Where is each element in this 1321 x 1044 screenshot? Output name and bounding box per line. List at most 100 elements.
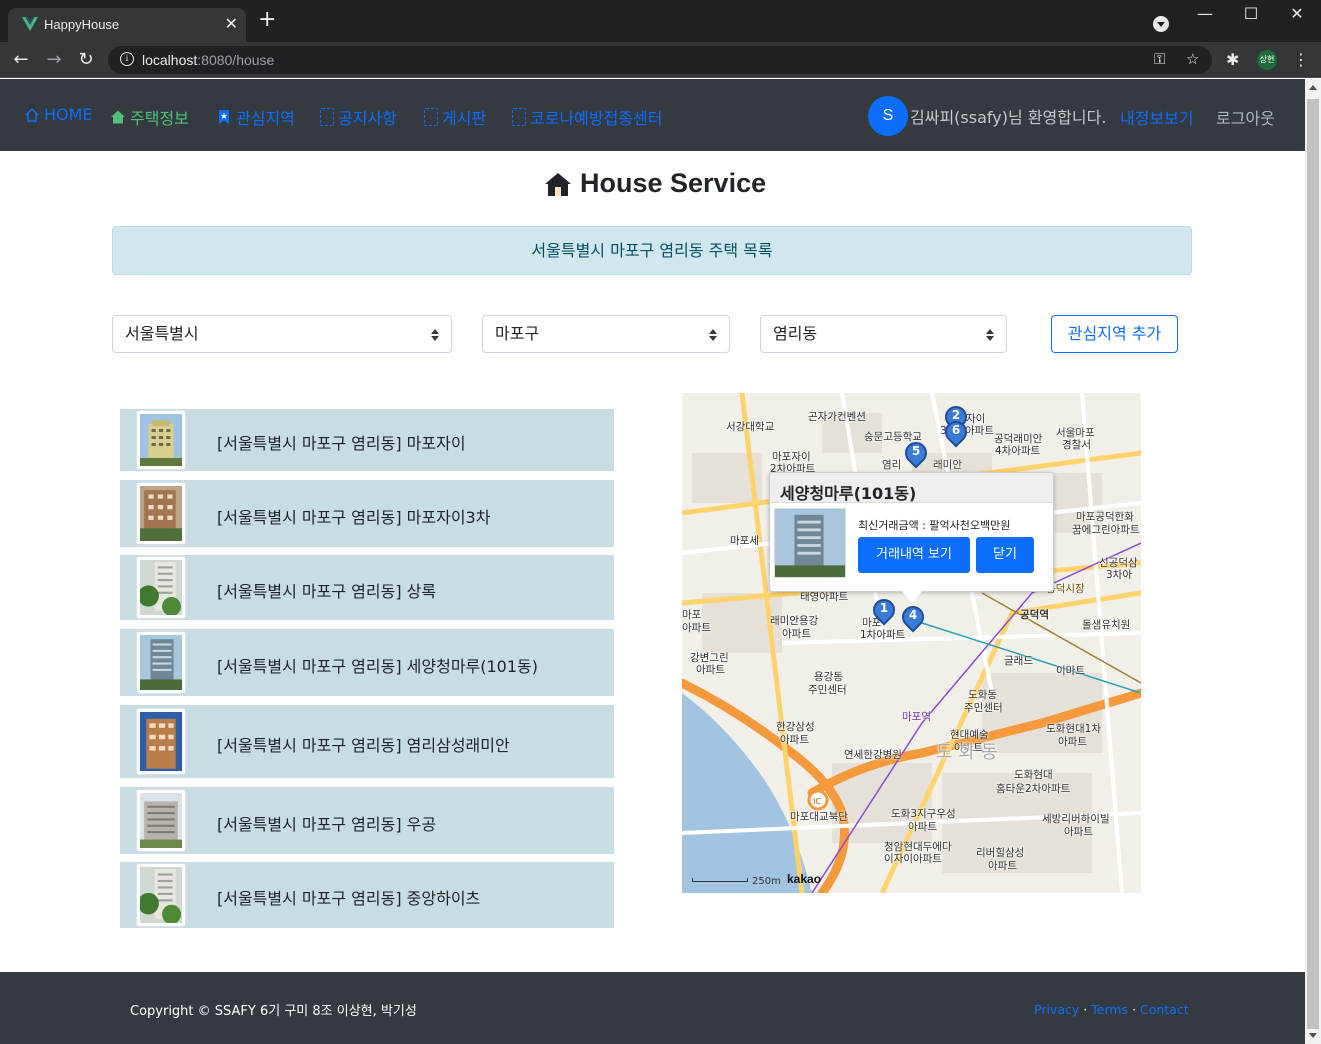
- map-label: 아파트: [908, 821, 937, 833]
- nav-board[interactable]: 게시판: [424, 105, 486, 129]
- map-label: 마포대교북단: [790, 811, 848, 823]
- close-tab-icon[interactable]: ✕: [225, 14, 238, 33]
- nav-house-info-label: 주택정보: [130, 109, 189, 128]
- mypage-link[interactable]: 내정보보기: [1120, 105, 1194, 129]
- area-alert: 서울특별시 마포구 염리동 주택 목록: [112, 226, 1192, 275]
- house-list-item[interactable]: [서울특별시 마포구 염리동] 상록: [120, 555, 614, 620]
- map-label: 태영아파트: [800, 591, 849, 603]
- map-label: 용강동: [814, 671, 843, 683]
- tab-search-icon[interactable]: [1153, 16, 1169, 32]
- nav-notice[interactable]: 공지사항: [320, 105, 397, 129]
- scroll-up-icon[interactable]: [1309, 85, 1317, 90]
- kakao-logo: kakao: [787, 872, 822, 886]
- house-name: [서울특별시 마포구 염리동] 상록: [217, 582, 437, 601]
- menu-icon[interactable]: ⋮: [1293, 50, 1309, 69]
- map-label: 도화동: [968, 689, 997, 701]
- map-marker[interactable]: 4: [897, 601, 929, 636]
- map-label: 도화현대1차: [1046, 723, 1101, 735]
- home-icon: [25, 107, 39, 122]
- map-label: 서강대학교: [726, 421, 775, 433]
- site-info-icon[interactable]: i: [120, 52, 134, 66]
- map-label: 현대예술: [950, 729, 989, 741]
- house-list-item[interactable]: [서울특별시 마포구 염리동] 중앙하이츠: [120, 862, 614, 928]
- extensions-icon[interactable]: ✱: [1226, 50, 1239, 69]
- sido-select-value: 서울특별시: [125, 324, 199, 343]
- map-label: 래미안: [933, 459, 962, 471]
- house-fill-icon: [111, 110, 125, 124]
- star-icon[interactable]: ☆: [1186, 50, 1199, 68]
- scale-label: 250m: [752, 876, 781, 887]
- nav-house-info[interactable]: 주택정보: [110, 105, 189, 129]
- house-list-item[interactable]: [서울특별시 마포구 염리동] 마포자이: [120, 409, 614, 471]
- page-scrollbar[interactable]: [1305, 79, 1321, 1044]
- map-label: 이마트: [1056, 665, 1085, 677]
- footer-separator: ·: [1132, 1002, 1137, 1017]
- gugun-select[interactable]: 마포구: [482, 315, 730, 353]
- map-label: 리버힐삼성: [976, 847, 1025, 859]
- map-marker[interactable]: 6: [940, 416, 972, 451]
- profile-avatar[interactable]: 상현: [1257, 50, 1277, 70]
- dong-select-value: 염리동: [773, 324, 818, 343]
- scroll-down-icon[interactable]: [1309, 1033, 1317, 1038]
- map-marker[interactable]: 1: [868, 594, 900, 629]
- reload-icon[interactable]: ↻: [76, 50, 96, 70]
- house-thumbnail: [136, 410, 186, 470]
- map-label: 마포: [682, 609, 702, 621]
- forward-icon[interactable]: →: [44, 50, 64, 70]
- nav-covid-center[interactable]: 코로나예방접종센터: [512, 105, 662, 129]
- key-icon[interactable]: ⚿: [1154, 50, 1165, 68]
- document-icon: [424, 108, 438, 126]
- copyright-text: Copyright © SSAFY 6기 구미 8조 이상현, 박기성: [130, 1004, 417, 1019]
- back-icon[interactable]: ←: [11, 50, 31, 70]
- new-tab-icon[interactable]: +: [258, 9, 276, 31]
- map-label: 연세한강병원: [844, 749, 902, 761]
- map-label: 글래드: [1004, 655, 1033, 667]
- minimize-icon[interactable]: —: [1182, 4, 1228, 23]
- nav-home[interactable]: HOME: [24, 105, 93, 124]
- close-infowindow-button[interactable]: 닫기: [976, 537, 1034, 573]
- close-window-icon[interactable]: ✕: [1274, 4, 1320, 23]
- map-label: 도화동: [936, 742, 1004, 763]
- house-list-item[interactable]: [서울특별시 마포구 염리동] 세양청마루(101동): [120, 629, 614, 696]
- house-thumbnail: [136, 556, 186, 619]
- nav-home-label: HOME: [44, 105, 93, 124]
- browser-tab[interactable]: HappyHouse ✕: [8, 8, 246, 42]
- map-label: 강변그린: [690, 652, 729, 664]
- privacy-link[interactable]: Privacy: [1034, 1002, 1079, 1017]
- map-label: 공덕래미안: [994, 433, 1043, 445]
- map-label: 도화현대: [1014, 769, 1053, 781]
- map-label: 아파트: [1058, 736, 1087, 748]
- maximize-icon[interactable]: ☐: [1228, 4, 1274, 23]
- add-interest-button[interactable]: 관심지역 추가: [1051, 315, 1178, 353]
- sido-select[interactable]: 서울특별시: [112, 315, 452, 353]
- user-avatar: S: [868, 96, 908, 136]
- house-thumbnail: [136, 789, 186, 852]
- scale-bar: [692, 878, 748, 882]
- nav-interest-area[interactable]: 관심지역: [216, 105, 295, 129]
- infowindow-image: [774, 508, 846, 578]
- map-label: 청암현대두에다이자이아파트: [884, 841, 952, 865]
- house-list-item[interactable]: [서울특별시 마포구 염리동] 염리삼성래미안: [120, 705, 614, 778]
- url-input[interactable]: i localhost:8080/house ⚿ ☆: [108, 46, 1212, 74]
- map-label: 마포자이: [772, 451, 811, 463]
- logout-link[interactable]: 로그아웃: [1216, 105, 1275, 129]
- map-label: 홈타운2차아파트: [996, 783, 1071, 795]
- nav-board-label: 게시판: [442, 109, 487, 128]
- map-label: 주민센터: [808, 684, 847, 696]
- house-list-item[interactable]: [서울특별시 마포구 염리동] 우공: [120, 787, 614, 854]
- map-marker[interactable]: 5: [900, 437, 932, 472]
- house-icon: [545, 172, 571, 196]
- scrollbar-thumb[interactable]: [1307, 99, 1319, 1029]
- contact-link[interactable]: Contact: [1140, 1002, 1189, 1017]
- nav-covid-center-label: 코로나예방접종센터: [530, 109, 663, 128]
- page-title: House Service: [544, 168, 766, 201]
- map-label: 아파트: [782, 628, 811, 640]
- house-list-item[interactable]: [서울특별시 마포구 염리동] 마포자이3차: [120, 480, 614, 547]
- map-infowindow: 세양청마루(101동) 최신거래금액 : 팔억사천오백만원 거래내역 보기 닫기: [769, 472, 1054, 603]
- map-label: 꿈에그린아파트: [1072, 524, 1140, 536]
- deal-history-button[interactable]: 거래내역 보기: [858, 537, 970, 573]
- terms-link[interactable]: Terms: [1091, 1002, 1128, 1017]
- dong-select[interactable]: 염리동: [760, 315, 1007, 353]
- url-text[interactable]: localhost:8080/house: [142, 52, 274, 68]
- tab-title: HappyHouse: [44, 17, 120, 32]
